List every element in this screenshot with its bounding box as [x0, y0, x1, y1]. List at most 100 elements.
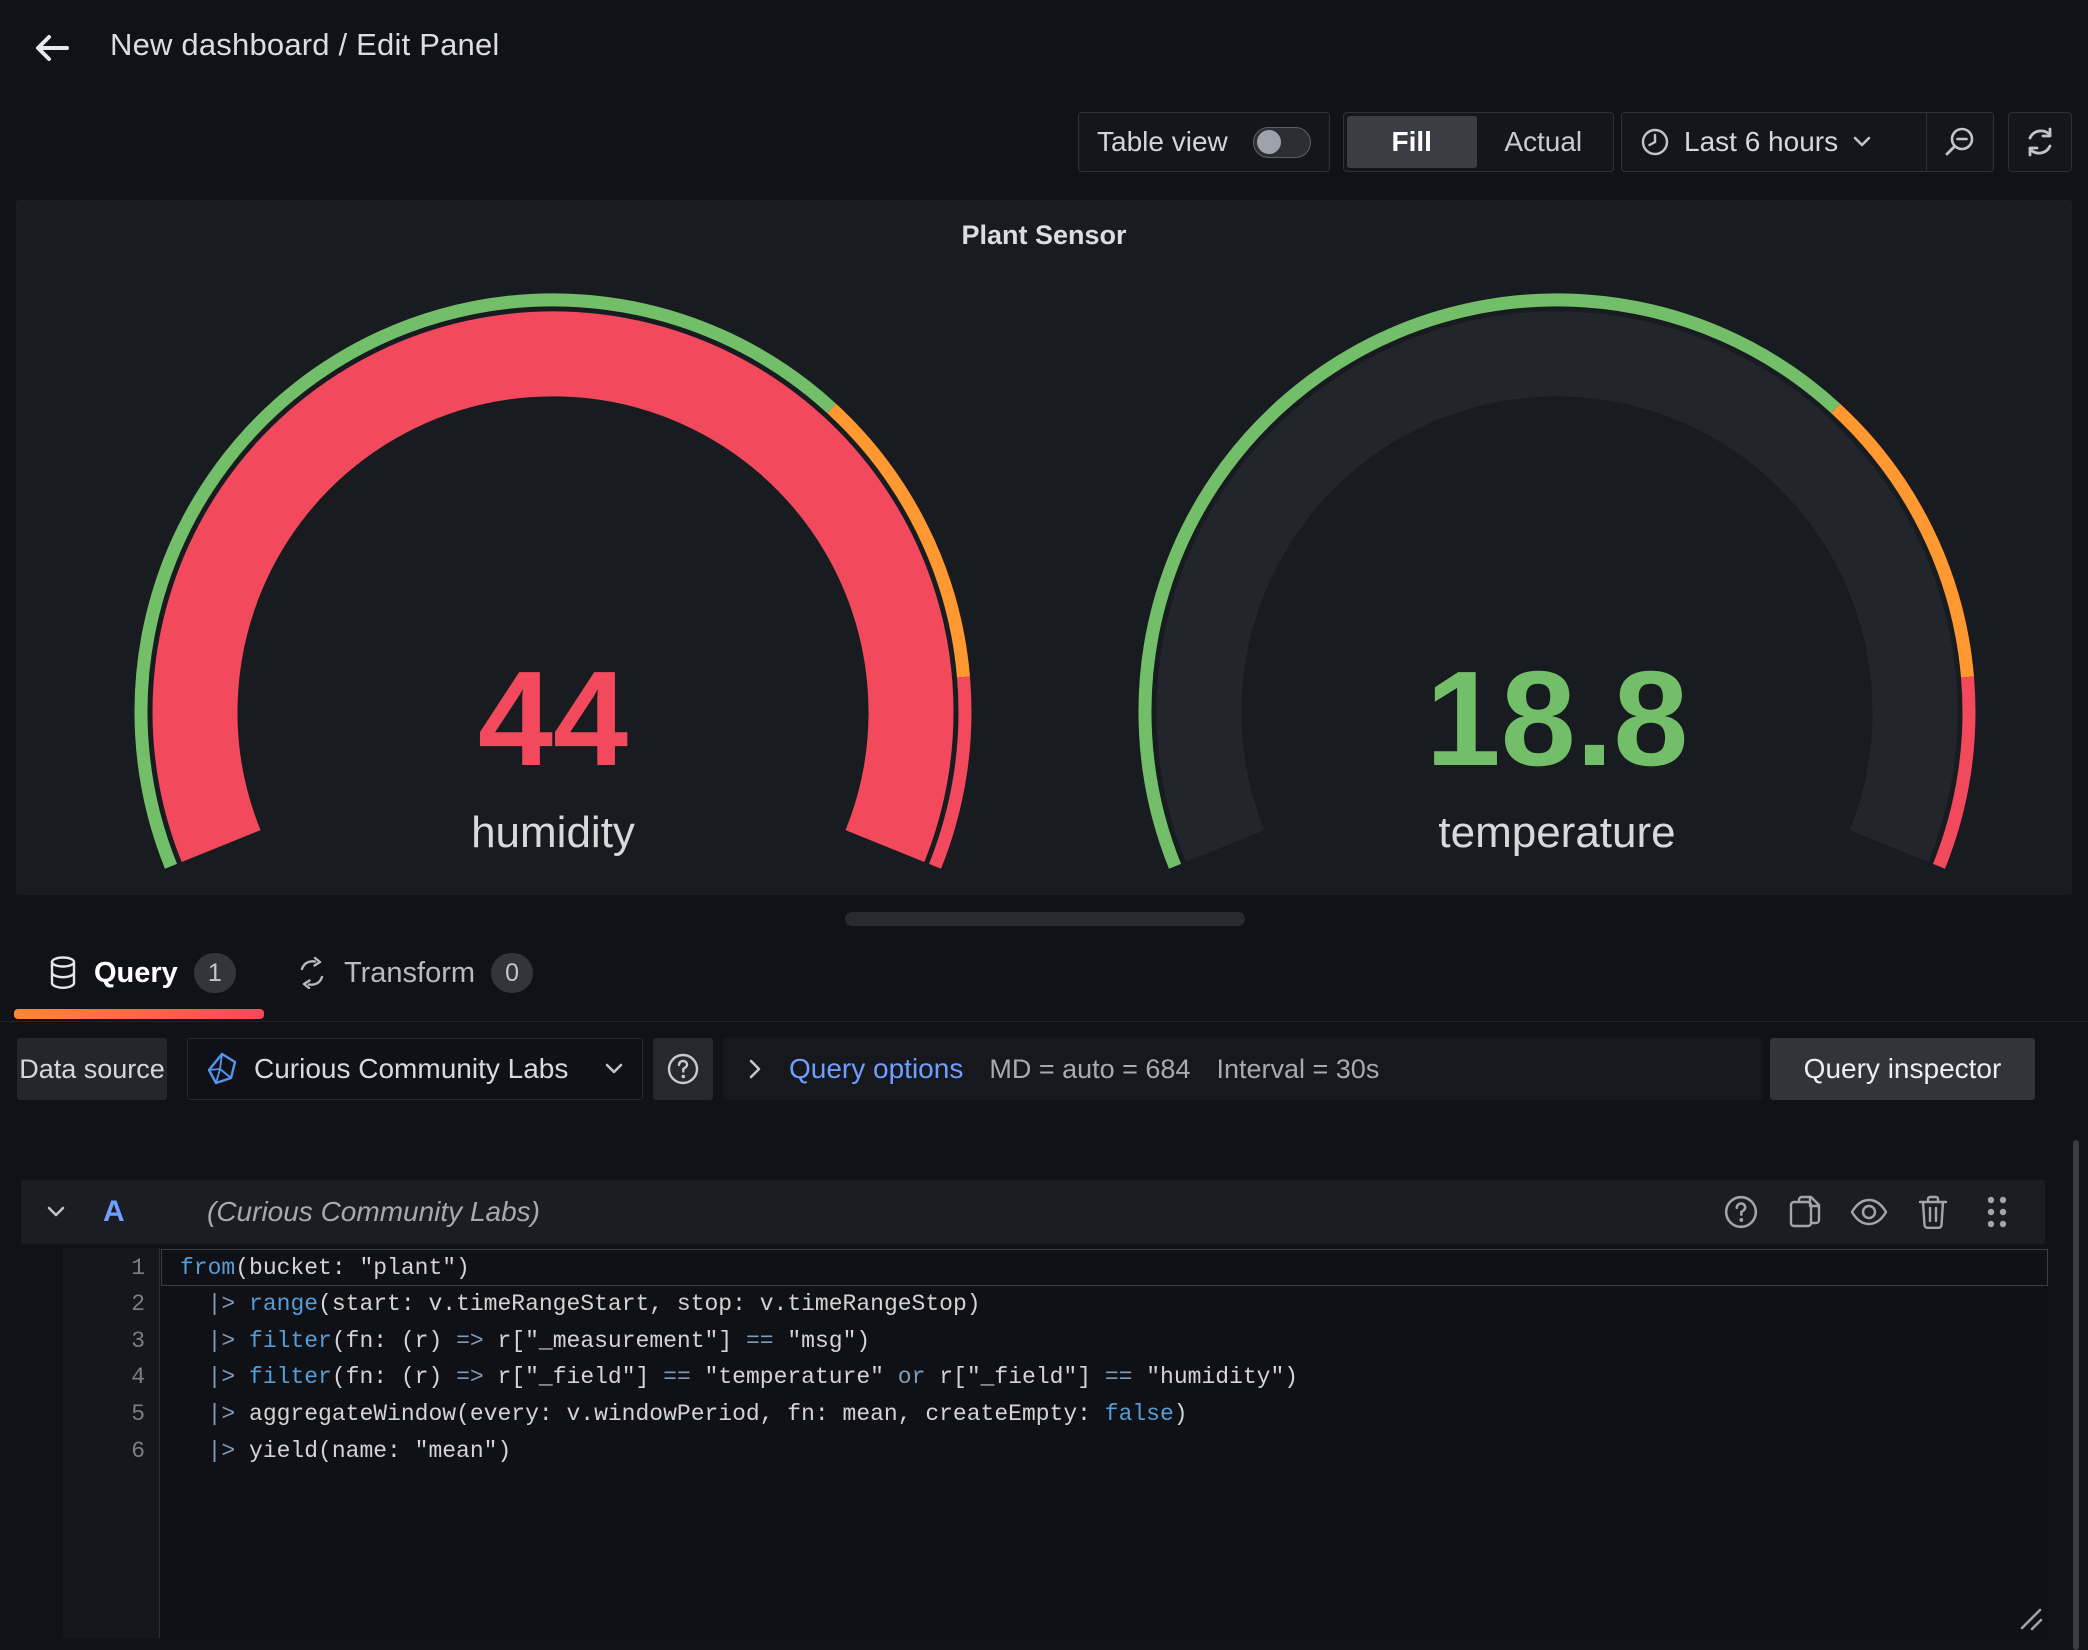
time-range-group: Last 6 hours [1621, 112, 1994, 172]
refresh-icon [2024, 126, 2056, 158]
refresh-button[interactable] [2008, 112, 2072, 172]
code-token: r["_measurement"] [484, 1328, 746, 1354]
time-range-label: Last 6 hours [1684, 126, 1838, 158]
code-token [180, 1328, 208, 1354]
humidity-gauge: 44 humidity [38, 250, 1068, 890]
editor-resize-grip-icon[interactable] [2014, 1602, 2044, 1632]
drag-query-grip[interactable] [1977, 1192, 2017, 1232]
data-source-label: Data source [17, 1038, 167, 1100]
code-token: (fn: (r) [332, 1364, 456, 1390]
code-token [235, 1291, 249, 1317]
code-token: from [180, 1255, 235, 1281]
clock-icon [1640, 127, 1670, 157]
copy-icon [1787, 1194, 1823, 1230]
help-circle-icon [666, 1052, 700, 1086]
line-number: 2 [75, 1286, 145, 1323]
time-range-picker[interactable]: Last 6 hours [1622, 113, 1926, 171]
query-options-link[interactable]: Query options [789, 1053, 963, 1085]
tab-transform[interactable]: Transform 0 [296, 938, 533, 1008]
table-view-toggle[interactable] [1253, 127, 1311, 158]
code-token: "humidity") [1132, 1364, 1298, 1390]
query-datasource-note: (Curious Community Labs) [207, 1196, 540, 1228]
code-token [235, 1364, 249, 1390]
code-line[interactable]: |> range(start: v.timeRangeStart, stop: … [180, 1286, 981, 1323]
table-view-label: Table view [1097, 126, 1228, 158]
code-token: |> [208, 1438, 236, 1464]
fill-button[interactable]: Fill [1347, 116, 1477, 168]
code-token: (start: v.timeRangeStart, stop: v.timeRa… [318, 1291, 981, 1317]
code-token [180, 1438, 208, 1464]
datasource-logo-icon [206, 1052, 238, 1086]
zoom-out-icon [1943, 125, 1977, 159]
database-icon [48, 956, 78, 990]
gauge-label: humidity [471, 808, 635, 857]
duplicate-query-button[interactable] [1785, 1192, 1825, 1232]
query-ref-label[interactable]: A [103, 1195, 143, 1229]
tab-query[interactable]: Query 1 [48, 938, 236, 1008]
temperature-gauge: 18.8 temperature [1042, 250, 2072, 890]
code-line[interactable]: |> aggregateWindow(every: v.windowPeriod… [180, 1396, 1188, 1433]
md-stat: MD = auto = 684 [989, 1054, 1190, 1085]
tab-query-label: Query [94, 957, 178, 990]
plant-sensor-panel[interactable]: Plant Sensor 44 humidity 18.8 temperature [16, 200, 2072, 895]
code-token: |> [208, 1291, 236, 1317]
gauge-label: temperature [1438, 808, 1675, 857]
chevron-down-icon [1852, 135, 1872, 149]
code-line[interactable]: from(bucket: "plant") [180, 1250, 470, 1287]
code-token: |> [208, 1328, 236, 1354]
query-inspector-button[interactable]: Query inspector [1770, 1038, 2035, 1100]
code-token: filter [249, 1328, 332, 1354]
query-help-button[interactable] [1721, 1192, 1761, 1232]
code-token: false [1105, 1401, 1174, 1427]
chevron-down-icon [604, 1062, 624, 1076]
chevron-right-icon[interactable] [747, 1057, 763, 1081]
pane-drag-handle[interactable] [845, 912, 1245, 926]
transform-icon [296, 957, 328, 989]
query-options-bar: Query options MD = auto = 684 Interval =… [723, 1038, 1762, 1100]
code-token: == [1105, 1364, 1133, 1390]
toggle-query-visibility-button[interactable] [1849, 1192, 1889, 1232]
code-token [180, 1291, 208, 1317]
active-tab-underline [14, 1009, 264, 1019]
datasource-help-button[interactable] [653, 1038, 713, 1100]
zoom-out-button[interactable] [1927, 113, 1993, 171]
line-number: 4 [75, 1359, 145, 1396]
gauge-value: 18.8 [1426, 643, 1689, 794]
query-count-badge: 1 [194, 953, 236, 993]
pane-scrollbar[interactable] [2073, 1140, 2079, 1650]
code-token: aggregateWindow(every: v.windowPeriod, f… [235, 1401, 1105, 1427]
code-token: |> [208, 1401, 236, 1427]
toggle-knob [1257, 130, 1281, 154]
code-token: (fn: (r) [332, 1328, 456, 1354]
line-number: 6 [75, 1433, 145, 1470]
tab-bar: Query 1 Transform 0 [0, 938, 2088, 1022]
eye-icon [1850, 1197, 1888, 1227]
data-source-picker[interactable]: Curious Community Labs [187, 1038, 643, 1100]
line-number-gutter: 123456 [63, 1248, 160, 1638]
code-line[interactable]: |> filter(fn: (r) => r["_field"] == "tem… [180, 1359, 1298, 1396]
question-circle-icon [1723, 1194, 1759, 1230]
line-number: 3 [75, 1323, 145, 1360]
code-token: "msg") [774, 1328, 871, 1354]
code-token: or [898, 1364, 926, 1390]
code-editor[interactable]: 123456 from(bucket: "plant") |> range(st… [63, 1248, 2050, 1638]
actual-button[interactable]: Actual [1477, 116, 1611, 168]
query-row-header[interactable]: A (Curious Community Labs) [21, 1180, 2045, 1244]
code-token: r["_field"] [484, 1364, 663, 1390]
code-token [180, 1401, 208, 1427]
collapse-query-row-button[interactable] [21, 1204, 91, 1220]
back-button[interactable] [26, 22, 78, 74]
code-token: (bucket: "plant") [235, 1255, 470, 1281]
code-token: ) [1174, 1401, 1188, 1427]
gauge-value: 44 [478, 643, 628, 794]
code-token: => [456, 1328, 484, 1354]
code-token: filter [249, 1364, 332, 1390]
grip-icon [1985, 1194, 2009, 1230]
panel-title: Plant Sensor [16, 220, 2072, 251]
tab-transform-label: Transform [344, 957, 475, 990]
code-line[interactable]: |> yield(name: "mean") [180, 1433, 511, 1470]
delete-query-button[interactable] [1913, 1192, 1953, 1232]
code-token [180, 1364, 208, 1390]
code-token: r["_field"] [925, 1364, 1104, 1390]
code-line[interactable]: |> filter(fn: (r) => r["_measurement"] =… [180, 1323, 870, 1360]
